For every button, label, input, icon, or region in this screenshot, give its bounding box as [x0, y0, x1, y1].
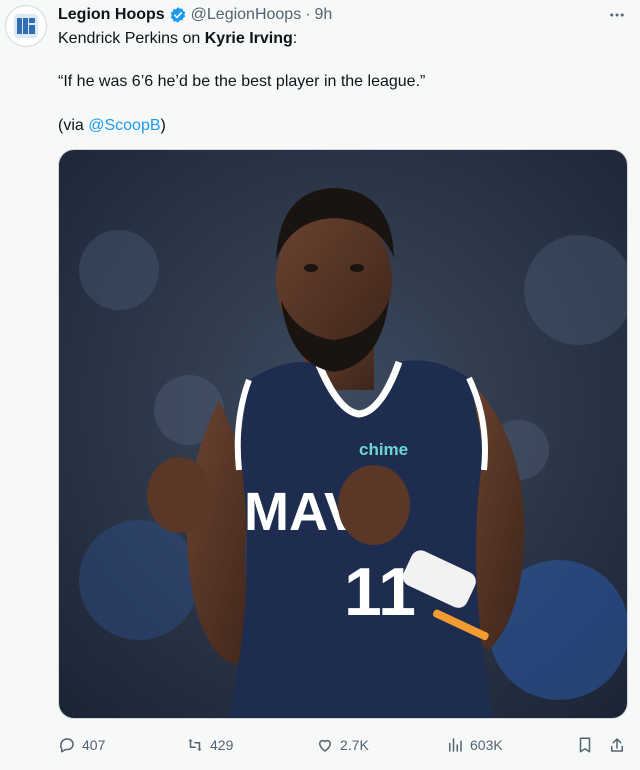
author-handle[interactable]: @LegionHoops: [191, 6, 302, 24]
post-time[interactable]: 9h: [315, 6, 333, 24]
text-prefix: Kendrick Perkins on: [58, 30, 205, 47]
share-button[interactable]: [608, 733, 626, 757]
views-count: 603K: [470, 737, 503, 753]
via-suffix: ): [160, 117, 166, 134]
views-chart-icon: [449, 738, 462, 752]
heart-icon: [319, 739, 331, 752]
share-icon: [611, 738, 623, 752]
text-suffix: :: [292, 30, 298, 47]
jersey-sponsor: chime: [359, 440, 408, 459]
like-count: 2.7K: [340, 737, 369, 753]
tweet-text-line1: Kendrick Perkins on Kyrie Irving:: [58, 29, 624, 49]
tweet-quote: “If he was 6’6 he’d be the best player i…: [58, 73, 426, 90]
player-photo-illustration: chime MAVS 11: [59, 150, 627, 718]
reply-icon: [60, 738, 74, 753]
verified-badge-icon: [170, 7, 185, 23]
bookmark-button[interactable]: [576, 733, 594, 757]
tweet-actions: 407 429 2.7K 603K: [58, 733, 628, 757]
separator-dot: ·: [305, 6, 311, 23]
tweet-card[interactable]: Legion Hoops @LegionHoops · 9h Kendrick …: [0, 0, 640, 770]
repost-count: 429: [210, 737, 234, 753]
author-name[interactable]: Legion Hoops: [58, 6, 165, 24]
reply-count: 407: [82, 737, 106, 753]
author-avatar[interactable]: [5, 5, 47, 47]
more-options-icon[interactable]: [606, 4, 628, 26]
tweet-via: (via @ScoopB): [58, 116, 624, 136]
tweet-photo[interactable]: chime MAVS 11: [58, 149, 628, 719]
legion-hoops-logo-icon: [14, 14, 38, 38]
views-button[interactable]: 603K: [446, 733, 503, 757]
jersey-number: 11: [344, 554, 416, 630]
reply-button[interactable]: 407: [58, 733, 105, 757]
repost-button[interactable]: 429: [186, 733, 233, 757]
like-button[interactable]: 2.7K: [316, 733, 369, 757]
repost-icon: [188, 739, 202, 751]
via-prefix: (via: [58, 117, 89, 134]
tweet-header: Legion Hoops @LegionHoops · 9h: [58, 4, 600, 26]
via-mention-link[interactable]: @ScoopB: [88, 117, 160, 134]
subject-name: Kyrie Irving: [204, 30, 293, 47]
bookmark-icon: [579, 737, 591, 753]
